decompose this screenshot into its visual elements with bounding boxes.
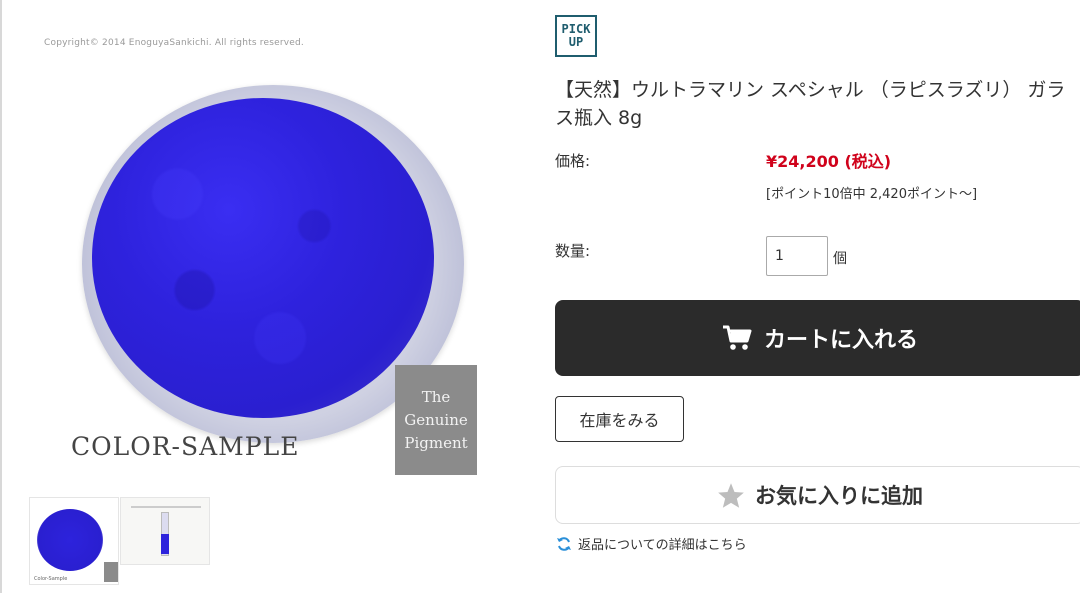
price-label: 価格: (555, 152, 591, 170)
thumbnail-pigment-icon (37, 509, 103, 571)
thumbnail-header-line (131, 506, 201, 508)
thumbnail-badge (104, 562, 118, 582)
check-stock-button[interactable]: 在庫をみる (555, 396, 684, 442)
product-title: 【天然】ウルトラマリン スペシャル （ラピスラズリ） ガラス瓶入 8g (555, 79, 1066, 129)
add-favorite-button[interactable]: お気に入りに追加 (555, 466, 1080, 524)
add-to-cart-label: カートに入れる (763, 328, 918, 353)
badge-line: Pigment (404, 433, 468, 452)
add-favorite-label: お気に入りに追加 (755, 484, 923, 508)
genuine-pigment-badge: The Genuine Pigment (395, 365, 477, 475)
cart-icon (722, 324, 752, 352)
badge-line: Genuine (404, 410, 468, 429)
quantity-input[interactable] (766, 236, 828, 276)
return-policy-label: 返品についての詳細はこちら (578, 538, 747, 553)
quantity-label: 数量: (555, 242, 591, 260)
badge-line: The (421, 387, 451, 406)
pickup-badge: PICK UP (555, 15, 597, 57)
thumbnail-caption: Color-Sample (34, 576, 68, 582)
quantity-unit: 個 (833, 251, 847, 267)
thumbnail-1[interactable]: Color-Sample (29, 497, 119, 585)
main-product-image[interactable]: Copyright© 2014 EnoguyaSankichi. All rig… (22, 20, 492, 500)
thumbnail-2[interactable] (120, 497, 210, 565)
color-sample-label: COLOR-SAMPLE (71, 432, 300, 461)
page-edge (0, 0, 2, 593)
return-policy-link[interactable]: 返品についての詳細はこちら (556, 534, 747, 553)
price-value: ¥24,200 (税込) (766, 152, 892, 171)
add-to-cart-button[interactable]: カートに入れる (555, 300, 1080, 376)
points-info: [ポイント10倍中 2,420ポイント〜] (766, 187, 978, 202)
vial-pigment-fill (161, 534, 169, 554)
refresh-icon (556, 536, 572, 552)
pigment-texture (92, 98, 434, 418)
pickup-badge-line: UP (568, 35, 584, 49)
star-icon (717, 482, 745, 509)
copyright-text: Copyright© 2014 EnoguyaSankichi. All rig… (44, 38, 304, 48)
